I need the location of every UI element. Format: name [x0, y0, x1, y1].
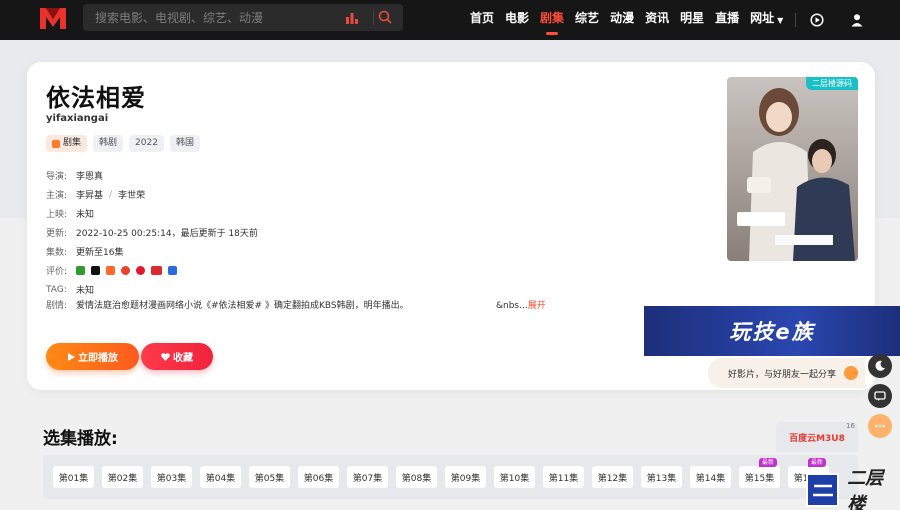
nav-links[interactable]: 网址	[750, 0, 774, 40]
heart-icon	[161, 352, 170, 361]
episode-button[interactable]: 第01集	[53, 466, 94, 488]
episode-button[interactable]: 第11集	[543, 466, 584, 488]
top-navbar: 首页 电影 剧集 综艺 动漫 资讯 明星 直播 网址 ▼	[0, 0, 900, 40]
mtime-icon[interactable]	[151, 266, 162, 275]
synopsis: 剧情: 爱情法庭治愈题材漫画网络小说《#依法相爱# 》确定翻拍成KBS韩剧，明年…	[46, 298, 566, 311]
search-bar	[83, 4, 403, 31]
episode-button[interactable]: 第10集	[494, 466, 535, 488]
watermark: 二层楼	[806, 468, 900, 510]
nav-news[interactable]: 资讯	[645, 0, 669, 40]
cat-icon	[844, 366, 859, 380]
new-badge: 最新	[807, 458, 826, 467]
main-nav: 首页 电影 剧集 综艺 动漫 资讯 明星 直播 网址 ▼	[470, 0, 886, 40]
chevron-down-icon[interactable]: ▼	[777, 16, 783, 25]
play-now-button[interactable]: 立即播放	[46, 343, 139, 370]
site-logo[interactable]	[38, 5, 68, 31]
source-badge: 二层楼源码	[806, 77, 858, 90]
episode-button[interactable]: 第14集	[690, 466, 731, 488]
ad-text: 玩技e族	[729, 320, 815, 344]
director-link[interactable]: 李恩真	[76, 169, 103, 182]
expand-link[interactable]: 展开	[528, 301, 546, 311]
tag-genre[interactable]: 韩剧	[93, 135, 124, 152]
tv-icon	[52, 139, 60, 148]
episode-button[interactable]: 第09集	[445, 466, 486, 488]
favorite-button[interactable]: 收藏	[141, 343, 213, 370]
toutiao-icon[interactable]	[106, 266, 115, 275]
watermark-logo	[806, 473, 840, 507]
page-title: 依法相爱	[46, 84, 146, 112]
nav-movies[interactable]: 电影	[505, 0, 529, 40]
baidu-icon[interactable]	[168, 266, 177, 275]
nav-home[interactable]: 首页	[470, 0, 494, 40]
tag-year[interactable]: 2022	[129, 135, 164, 152]
episode-button[interactable]: 第08集	[396, 466, 437, 488]
nav-anime[interactable]: 动漫	[610, 0, 634, 40]
episode-button[interactable]: 第15集 最新	[739, 458, 780, 488]
douyin-icon[interactable]	[91, 266, 100, 275]
episode-button[interactable]: 第02集	[102, 466, 143, 488]
nav-variety[interactable]: 综艺	[575, 0, 599, 40]
search-input[interactable]	[95, 4, 335, 31]
moon-icon	[875, 360, 885, 371]
poster-illustration	[727, 77, 858, 261]
user-icon[interactable]	[846, 9, 868, 31]
poster-image[interactable]: 二层楼源码	[727, 77, 858, 261]
episodes-value: 更新至16集	[76, 248, 124, 258]
play-history-icon[interactable]	[806, 9, 828, 31]
nav-series[interactable]: 剧集	[540, 0, 564, 40]
maoyan-icon[interactable]	[121, 266, 130, 275]
pinyin-title: yifaxiangai	[46, 113, 109, 124]
episodes-title: 选集播放:	[43, 429, 118, 449]
tag-list: 剧集 韩剧 2022 韩国	[46, 135, 206, 152]
episode-button[interactable]: 第07集	[347, 466, 388, 488]
message-icon	[874, 391, 886, 401]
episode-list: 第01集 第02集 第03集 第04集 第05集 第06集 第07集 第08集 …	[53, 458, 837, 488]
update-value: 2022-10-25 00:25:14，最后更新于 18天前	[76, 229, 258, 239]
theme-toggle-button[interactable]	[868, 354, 892, 378]
episode-button[interactable]: 第04集	[200, 466, 241, 488]
episode-button[interactable]: 第03集	[151, 466, 192, 488]
tag-category[interactable]: 剧集	[46, 135, 88, 152]
play-icon	[68, 352, 75, 361]
feedback-button[interactable]	[868, 384, 892, 408]
episode-button[interactable]: 第06集	[298, 466, 339, 488]
episode-button[interactable]: 第12集	[592, 466, 633, 488]
share-bar[interactable]: 好影片，与好朋友一起分享	[708, 358, 865, 388]
cast-link[interactable]: 李昇基	[76, 188, 103, 201]
nav-live[interactable]: 直播	[715, 0, 739, 40]
release-value: 未知	[76, 210, 95, 220]
search-icon[interactable]	[377, 9, 393, 25]
douban-icon[interactable]	[76, 266, 85, 275]
hot-rank-icon[interactable]	[345, 11, 359, 25]
ad-banner[interactable]: 玩技e族	[644, 306, 900, 356]
info-list: 导演: 李恩真 主演: 李昇基 / 李世荣 上映: 未知 更新: 2022-10-25 00…	[46, 166, 258, 299]
new-badge: 最新	[758, 458, 777, 467]
tag-region[interactable]: 韩国	[169, 135, 200, 152]
episode-button[interactable]: 第13集	[641, 466, 682, 488]
weibo-icon[interactable]	[136, 266, 145, 275]
episode-button[interactable]: 第05集	[249, 466, 290, 488]
tag-value: 未知	[76, 286, 95, 296]
synopsis-tail: &nbs...	[496, 301, 528, 311]
more-button[interactable]	[868, 414, 892, 438]
more-icon	[875, 424, 885, 428]
source-count: 16	[846, 422, 855, 430]
cast-link[interactable]: 李世荣	[118, 188, 145, 201]
nav-stars[interactable]: 明星	[680, 0, 704, 40]
synopsis-text: 爱情法庭治愈题材漫画网络小说《#依法相爱# 》确定翻拍成KBS韩剧，明年播出。	[76, 301, 409, 311]
watermark-text: 二层楼	[847, 468, 884, 510]
